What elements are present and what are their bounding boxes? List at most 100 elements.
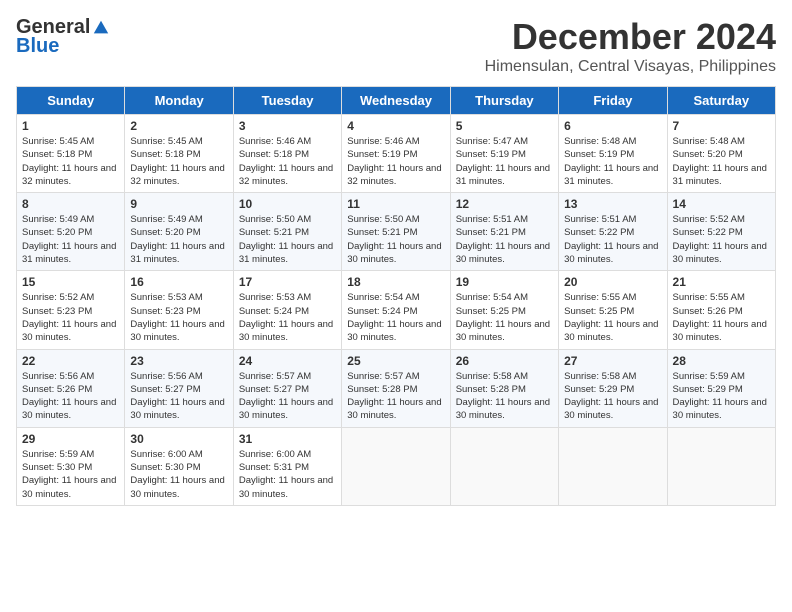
calendar-cell (450, 427, 558, 505)
calendar-cell: 18 Sunrise: 5:54 AM Sunset: 5:24 PM Dayl… (342, 271, 450, 349)
day-number: 25 (347, 354, 444, 368)
day-info: Sunrise: 5:59 AM Sunset: 5:30 PM Dayligh… (22, 448, 119, 501)
day-info: Sunrise: 5:54 AM Sunset: 5:25 PM Dayligh… (456, 291, 553, 344)
calendar: SundayMondayTuesdayWednesdayThursdayFrid… (16, 86, 776, 506)
day-number: 13 (564, 197, 661, 211)
day-number: 30 (130, 432, 227, 446)
calendar-week-4: 22 Sunrise: 5:56 AM Sunset: 5:26 PM Dayl… (17, 349, 776, 427)
day-number: 3 (239, 119, 336, 133)
calendar-cell: 8 Sunrise: 5:49 AM Sunset: 5:20 PM Dayli… (17, 193, 125, 271)
day-info: Sunrise: 5:49 AM Sunset: 5:20 PM Dayligh… (130, 213, 227, 266)
title-area: December 2024 Himensulan, Central Visaya… (485, 16, 776, 76)
day-number: 5 (456, 119, 553, 133)
calendar-cell: 10 Sunrise: 5:50 AM Sunset: 5:21 PM Dayl… (233, 193, 341, 271)
calendar-cell: 28 Sunrise: 5:59 AM Sunset: 5:29 PM Dayl… (667, 349, 775, 427)
calendar-cell: 1 Sunrise: 5:45 AM Sunset: 5:18 PM Dayli… (17, 115, 125, 193)
day-info: Sunrise: 5:45 AM Sunset: 5:18 PM Dayligh… (22, 135, 119, 188)
calendar-cell: 13 Sunrise: 5:51 AM Sunset: 5:22 PM Dayl… (559, 193, 667, 271)
day-number: 29 (22, 432, 119, 446)
day-number: 6 (564, 119, 661, 133)
calendar-cell (667, 427, 775, 505)
calendar-cell: 31 Sunrise: 6:00 AM Sunset: 5:31 PM Dayl… (233, 427, 341, 505)
calendar-cell: 26 Sunrise: 5:58 AM Sunset: 5:28 PM Dayl… (450, 349, 558, 427)
calendar-cell: 14 Sunrise: 5:52 AM Sunset: 5:22 PM Dayl… (667, 193, 775, 271)
day-info: Sunrise: 5:48 AM Sunset: 5:19 PM Dayligh… (564, 135, 661, 188)
day-number: 10 (239, 197, 336, 211)
weekday-header-row: SundayMondayTuesdayWednesdayThursdayFrid… (17, 87, 776, 115)
calendar-cell (559, 427, 667, 505)
calendar-cell: 3 Sunrise: 5:46 AM Sunset: 5:18 PM Dayli… (233, 115, 341, 193)
calendar-cell: 30 Sunrise: 6:00 AM Sunset: 5:30 PM Dayl… (125, 427, 233, 505)
weekday-header-saturday: Saturday (667, 87, 775, 115)
calendar-week-5: 29 Sunrise: 5:59 AM Sunset: 5:30 PM Dayl… (17, 427, 776, 505)
calendar-cell: 16 Sunrise: 5:53 AM Sunset: 5:23 PM Dayl… (125, 271, 233, 349)
calendar-cell: 21 Sunrise: 5:55 AM Sunset: 5:26 PM Dayl… (667, 271, 775, 349)
day-info: Sunrise: 6:00 AM Sunset: 5:30 PM Dayligh… (130, 448, 227, 501)
day-info: Sunrise: 5:56 AM Sunset: 5:26 PM Dayligh… (22, 370, 119, 423)
day-number: 26 (456, 354, 553, 368)
day-number: 9 (130, 197, 227, 211)
calendar-cell: 22 Sunrise: 5:56 AM Sunset: 5:26 PM Dayl… (17, 349, 125, 427)
day-number: 17 (239, 275, 336, 289)
calendar-cell: 29 Sunrise: 5:59 AM Sunset: 5:30 PM Dayl… (17, 427, 125, 505)
day-info: Sunrise: 5:53 AM Sunset: 5:23 PM Dayligh… (130, 291, 227, 344)
calendar-cell (342, 427, 450, 505)
day-info: Sunrise: 5:58 AM Sunset: 5:28 PM Dayligh… (456, 370, 553, 423)
day-number: 23 (130, 354, 227, 368)
calendar-week-1: 1 Sunrise: 5:45 AM Sunset: 5:18 PM Dayli… (17, 115, 776, 193)
day-number: 11 (347, 197, 444, 211)
day-info: Sunrise: 5:51 AM Sunset: 5:22 PM Dayligh… (564, 213, 661, 266)
day-info: Sunrise: 5:50 AM Sunset: 5:21 PM Dayligh… (239, 213, 336, 266)
month-title: December 2024 (485, 16, 776, 58)
calendar-cell: 20 Sunrise: 5:55 AM Sunset: 5:25 PM Dayl… (559, 271, 667, 349)
day-number: 16 (130, 275, 227, 289)
day-info: Sunrise: 5:56 AM Sunset: 5:27 PM Dayligh… (130, 370, 227, 423)
logo: General Blue (16, 16, 110, 58)
calendar-cell: 9 Sunrise: 5:49 AM Sunset: 5:20 PM Dayli… (125, 193, 233, 271)
day-info: Sunrise: 5:53 AM Sunset: 5:24 PM Dayligh… (239, 291, 336, 344)
day-number: 7 (673, 119, 770, 133)
weekday-header-tuesday: Tuesday (233, 87, 341, 115)
calendar-cell: 5 Sunrise: 5:47 AM Sunset: 5:19 PM Dayli… (450, 115, 558, 193)
calendar-cell: 12 Sunrise: 5:51 AM Sunset: 5:21 PM Dayl… (450, 193, 558, 271)
day-info: Sunrise: 5:51 AM Sunset: 5:21 PM Dayligh… (456, 213, 553, 266)
day-info: Sunrise: 5:45 AM Sunset: 5:18 PM Dayligh… (130, 135, 227, 188)
calendar-cell: 24 Sunrise: 5:57 AM Sunset: 5:27 PM Dayl… (233, 349, 341, 427)
day-number: 19 (456, 275, 553, 289)
day-info: Sunrise: 5:49 AM Sunset: 5:20 PM Dayligh… (22, 213, 119, 266)
day-info: Sunrise: 6:00 AM Sunset: 5:31 PM Dayligh… (239, 448, 336, 501)
day-number: 21 (673, 275, 770, 289)
day-info: Sunrise: 5:57 AM Sunset: 5:27 PM Dayligh… (239, 370, 336, 423)
weekday-header-wednesday: Wednesday (342, 87, 450, 115)
day-info: Sunrise: 5:59 AM Sunset: 5:29 PM Dayligh… (673, 370, 770, 423)
day-info: Sunrise: 5:54 AM Sunset: 5:24 PM Dayligh… (347, 291, 444, 344)
day-info: Sunrise: 5:48 AM Sunset: 5:20 PM Dayligh… (673, 135, 770, 188)
day-info: Sunrise: 5:46 AM Sunset: 5:18 PM Dayligh… (239, 135, 336, 188)
day-number: 20 (564, 275, 661, 289)
calendar-cell: 4 Sunrise: 5:46 AM Sunset: 5:19 PM Dayli… (342, 115, 450, 193)
weekday-header-sunday: Sunday (17, 87, 125, 115)
calendar-cell: 11 Sunrise: 5:50 AM Sunset: 5:21 PM Dayl… (342, 193, 450, 271)
day-number: 31 (239, 432, 336, 446)
day-info: Sunrise: 5:50 AM Sunset: 5:21 PM Dayligh… (347, 213, 444, 266)
day-number: 4 (347, 119, 444, 133)
calendar-cell: 2 Sunrise: 5:45 AM Sunset: 5:18 PM Dayli… (125, 115, 233, 193)
logo-blue-text: Blue (16, 35, 59, 58)
day-number: 24 (239, 354, 336, 368)
day-number: 28 (673, 354, 770, 368)
day-info: Sunrise: 5:58 AM Sunset: 5:29 PM Dayligh… (564, 370, 661, 423)
location-title: Himensulan, Central Visayas, Philippines (485, 58, 776, 76)
day-info: Sunrise: 5:46 AM Sunset: 5:19 PM Dayligh… (347, 135, 444, 188)
calendar-cell: 7 Sunrise: 5:48 AM Sunset: 5:20 PM Dayli… (667, 115, 775, 193)
day-number: 27 (564, 354, 661, 368)
day-number: 12 (456, 197, 553, 211)
day-number: 2 (130, 119, 227, 133)
calendar-cell: 19 Sunrise: 5:54 AM Sunset: 5:25 PM Dayl… (450, 271, 558, 349)
day-info: Sunrise: 5:47 AM Sunset: 5:19 PM Dayligh… (456, 135, 553, 188)
day-number: 22 (22, 354, 119, 368)
calendar-cell: 25 Sunrise: 5:57 AM Sunset: 5:28 PM Dayl… (342, 349, 450, 427)
weekday-header-thursday: Thursday (450, 87, 558, 115)
day-number: 15 (22, 275, 119, 289)
calendar-body: 1 Sunrise: 5:45 AM Sunset: 5:18 PM Dayli… (17, 115, 776, 506)
day-info: Sunrise: 5:52 AM Sunset: 5:22 PM Dayligh… (673, 213, 770, 266)
